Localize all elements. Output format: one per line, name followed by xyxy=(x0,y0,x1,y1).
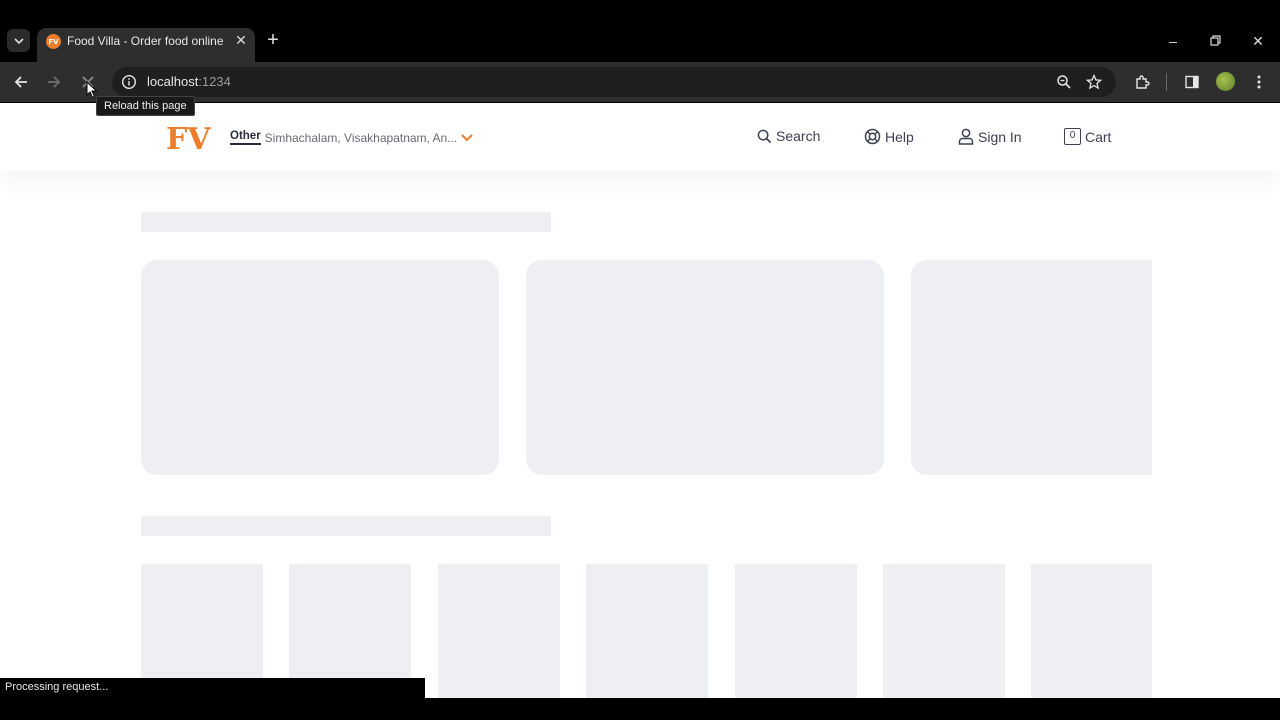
side-panel-button[interactable] xyxy=(1181,71,1203,93)
shimmer-tile xyxy=(586,564,708,698)
nav-cart[interactable]: 0 Cart xyxy=(1064,128,1111,145)
menu-button[interactable] xyxy=(1248,71,1270,93)
new-tab-button[interactable]: + xyxy=(264,30,282,50)
tab-title: Food Villa - Order food online xyxy=(67,34,224,48)
shimmer-tile xyxy=(883,564,1005,698)
nav-search-label: Search xyxy=(776,128,821,144)
url-text: localhost:1234 xyxy=(147,74,231,89)
page-viewport: FV Other Simhachalam, Visakhapatnam, An.… xyxy=(0,103,1280,698)
forward-button[interactable] xyxy=(43,71,65,93)
extensions-button[interactable] xyxy=(1131,71,1153,93)
cart-icon: 0 xyxy=(1064,128,1081,145)
toolbar-separator xyxy=(1166,73,1167,91)
shimmer-tile xyxy=(735,564,857,698)
arrow-right-icon xyxy=(48,76,61,88)
profile-avatar[interactable] xyxy=(1216,72,1235,91)
shimmer-card xyxy=(911,260,1152,475)
favicon-icon: FV xyxy=(46,34,61,49)
shimmer-tile xyxy=(1031,564,1152,698)
tab-strip: FV Food Villa - Order food online ✕ + – … xyxy=(0,0,1280,62)
nav-search[interactable]: Search xyxy=(757,128,820,144)
tab-search-button[interactable] xyxy=(7,29,30,52)
nav-help-label: Help xyxy=(885,128,914,145)
search-icon xyxy=(757,129,772,143)
minimize-icon[interactable]: – xyxy=(1162,30,1184,52)
shimmer-card xyxy=(526,260,884,475)
site-logo[interactable]: FV xyxy=(166,121,216,157)
url-port: :1234 xyxy=(198,74,231,89)
location-selector[interactable]: Other Simhachalam, Visakhapatnam, An... xyxy=(230,130,473,145)
shimmer-tile xyxy=(438,564,560,698)
status-bubble: Processing request... xyxy=(0,678,425,698)
bookmark-star-icon[interactable] xyxy=(1085,73,1103,90)
help-lifebuoy-icon xyxy=(864,128,881,145)
restore-icon[interactable] xyxy=(1204,30,1226,52)
site-info-icon[interactable] xyxy=(121,74,137,95)
user-icon xyxy=(958,128,974,145)
side-panel-icon xyxy=(1185,75,1199,89)
location-address: Simhachalam, Visakhapatnam, An... xyxy=(264,130,458,145)
shimmer-card xyxy=(141,260,499,475)
more-vertical-icon xyxy=(1257,75,1261,89)
address-bar[interactable]: localhost:1234 xyxy=(112,67,1116,97)
url-host: localhost xyxy=(147,74,199,89)
browser-window: FV Food Villa - Order food online ✕ + – … xyxy=(0,0,1280,720)
arrow-left-icon xyxy=(14,76,27,88)
logo-text: FV xyxy=(166,122,211,153)
back-button[interactable] xyxy=(10,71,32,93)
nav-help[interactable]: Help xyxy=(864,128,914,145)
chevron-down-icon xyxy=(461,133,473,141)
nav-cart-label: Cart xyxy=(1085,128,1112,145)
bottom-bar xyxy=(0,698,1280,720)
zoom-icon[interactable] xyxy=(1056,74,1072,90)
mouse-cursor-icon xyxy=(86,81,98,99)
puzzle-icon xyxy=(1135,74,1150,89)
chevron-down-icon xyxy=(13,37,24,44)
reload-tooltip: Reload this page xyxy=(96,96,195,116)
window-close-icon[interactable]: ✕ xyxy=(1247,30,1269,52)
location-type: Other xyxy=(230,130,261,145)
shimmer-heading xyxy=(141,212,551,232)
browser-tab[interactable]: FV Food Villa - Order food online ✕ xyxy=(37,28,255,62)
tab-close-icon[interactable]: ✕ xyxy=(233,32,249,48)
nav-sign-in-label: Sign In xyxy=(978,128,1022,145)
nav-sign-in[interactable]: Sign In xyxy=(958,128,1022,145)
shimmer-heading xyxy=(141,516,551,536)
